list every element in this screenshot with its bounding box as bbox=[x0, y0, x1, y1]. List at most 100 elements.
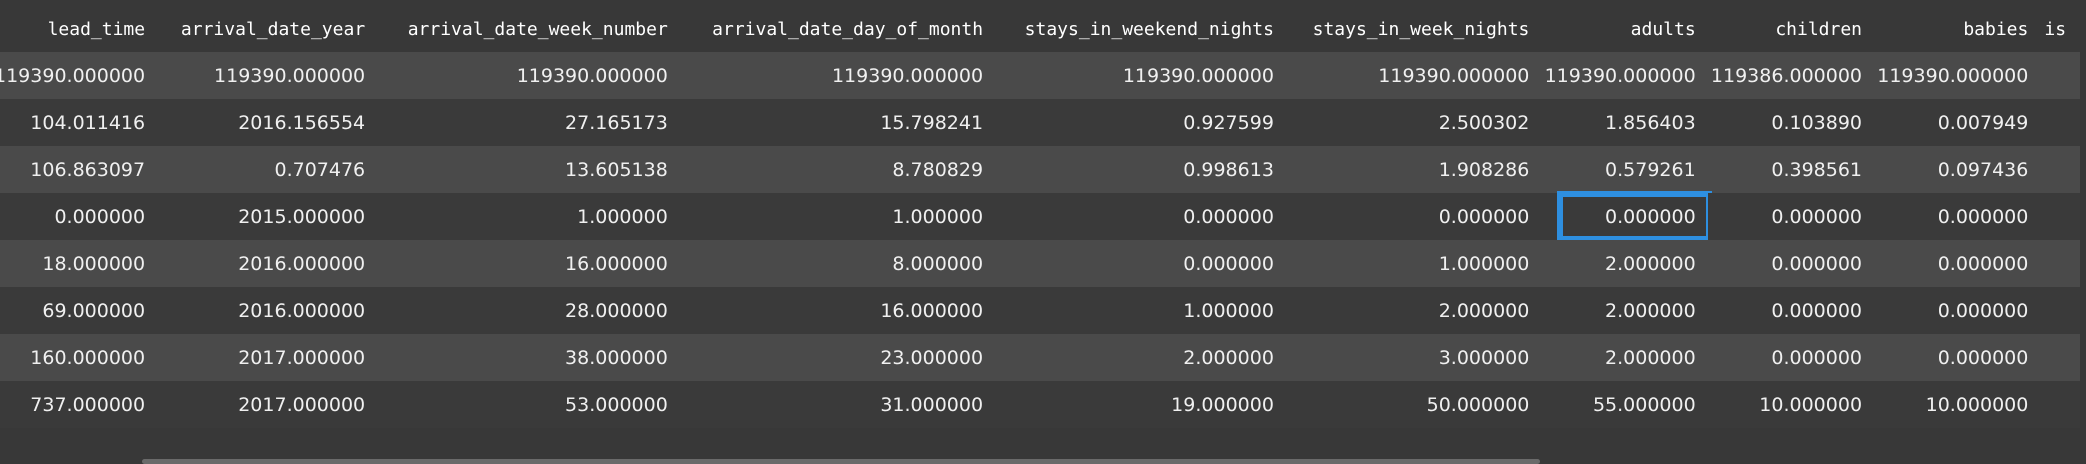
table-cell: 119390.000000 bbox=[1285, 52, 1542, 99]
table-cell: 2016.000000 bbox=[157, 240, 378, 287]
table-cell: 19.000000 bbox=[995, 381, 1286, 428]
table-row: 18.000000 2016.000000 16.000000 8.000000 0.0… bbox=[0, 240, 2080, 287]
table-cell: 0.000000 bbox=[995, 240, 1286, 287]
table-cell: 0.000000 bbox=[1707, 240, 1875, 287]
table-cell: 2.500302 bbox=[1285, 99, 1542, 146]
table-cell: 0.398561 bbox=[1707, 146, 1875, 193]
table-cell bbox=[2040, 381, 2080, 428]
column-header: arrival_date_week_number bbox=[407, 18, 668, 40]
table-cell: 1.000000 bbox=[1285, 240, 1542, 287]
table-cell: 0.000000 bbox=[995, 193, 1286, 240]
table-row: 160.000000 2017.000000 38.000000 23.000000 2… bbox=[0, 334, 2080, 381]
table-cell bbox=[2040, 334, 2080, 381]
table-cell: 0.998613 bbox=[995, 146, 1286, 193]
table-cell: 0.097436 bbox=[1874, 146, 2041, 193]
table-cell: 0.000000 bbox=[1874, 287, 2041, 334]
table-cell: 0.103890 bbox=[1707, 99, 1875, 146]
table-cell: 16.000000 bbox=[377, 240, 680, 287]
table-row: 69.000000 2016.000000 28.000000 16.000000 1.… bbox=[0, 287, 2080, 334]
column-header: babies bbox=[1963, 18, 2029, 40]
table-cell: 2016.156554 bbox=[157, 99, 378, 146]
table-cell: 2.000000 bbox=[1541, 240, 1708, 287]
table-cell: 0.000000 bbox=[0, 193, 158, 240]
table-cell bbox=[2040, 240, 2080, 287]
column-header: is bbox=[2044, 18, 2067, 40]
table-cell: 119390.000000 bbox=[377, 52, 680, 99]
table-cell: 106.863097 bbox=[0, 146, 158, 193]
table-cell: 0.927599 bbox=[995, 99, 1286, 146]
column-header: arrival_date_year bbox=[180, 18, 366, 40]
table-cell: 2017.000000 bbox=[157, 334, 378, 381]
table-cell: 2.000000 bbox=[995, 334, 1286, 381]
table-cell: 2017.000000 bbox=[157, 381, 378, 428]
table-cell: 27.165173 bbox=[377, 99, 680, 146]
table-row: 119390.000000 119390.000000 119390.000000 1… bbox=[0, 52, 2080, 99]
table-row: 0.000000 2015.000000 1.000000 1.000000 0.000… bbox=[0, 191, 2080, 242]
column-header: lead_time bbox=[47, 18, 146, 40]
table-cell: 0.579261 bbox=[1541, 146, 1708, 193]
table-cell bbox=[2040, 146, 2080, 193]
dataframe-output: lead_time arrival_date_year arrival_date… bbox=[0, 0, 2086, 464]
table-cell: 2015.000000 bbox=[157, 193, 378, 240]
table-cell: 0.007949 bbox=[1874, 99, 2041, 146]
table-row: 106.863097 0.707476 13.605138 8.780829 0.998… bbox=[0, 146, 2080, 193]
table-cell: 1.908286 bbox=[1285, 146, 1542, 193]
horizontal-scrollbar[interactable] bbox=[142, 459, 1540, 464]
table-cell: 10.000000 bbox=[1707, 381, 1875, 428]
table-cell: 0.000000 bbox=[1707, 193, 1875, 240]
highlighted-cell: 0.000000 bbox=[1541, 191, 1713, 242]
table-cell: 31.000000 bbox=[679, 381, 996, 428]
table-cell: 53.000000 bbox=[377, 381, 680, 428]
table-cell: 0.707476 bbox=[157, 146, 378, 193]
table-cell: 1.000000 bbox=[377, 193, 680, 240]
table-cell: 119390.000000 bbox=[157, 52, 378, 99]
table-cell: 8.000000 bbox=[679, 240, 996, 287]
table-cell: 1.856403 bbox=[1541, 99, 1708, 146]
table-cell: 119390.000000 bbox=[1541, 52, 1708, 99]
table-cell: 15.798241 bbox=[679, 99, 996, 146]
table-cell: 23.000000 bbox=[679, 334, 996, 381]
table-cell: 104.011416 bbox=[0, 99, 158, 146]
header-row: lead_time arrival_date_year arrival_date… bbox=[0, 6, 2080, 52]
table-cell: 10.000000 bbox=[1874, 381, 2041, 428]
table-cell: 0.000000 bbox=[1707, 334, 1875, 381]
table-cell: 8.780829 bbox=[679, 146, 996, 193]
table-cell: 119386.000000 bbox=[1707, 52, 1875, 99]
table-cell: 50.000000 bbox=[1285, 381, 1542, 428]
column-header: arrival_date_day_of_month bbox=[712, 18, 984, 40]
table-cell: 737.000000 bbox=[0, 381, 158, 428]
table-cell: 38.000000 bbox=[377, 334, 680, 381]
table-cell: 28.000000 bbox=[377, 287, 680, 334]
table-cell: 0.000000 bbox=[1874, 240, 2041, 287]
table-cell bbox=[2040, 287, 2080, 334]
table-row: 737.000000 2017.000000 53.000000 31.000000 1… bbox=[0, 381, 2080, 428]
describe-table: lead_time arrival_date_year arrival_date… bbox=[0, 6, 2080, 428]
table-row: 104.011416 2016.156554 27.165173 15.798241 0… bbox=[0, 99, 2080, 146]
table-cell: 1.000000 bbox=[995, 287, 1286, 334]
column-header: stays_in_week_nights bbox=[1312, 18, 1530, 40]
table-cell: 16.000000 bbox=[679, 287, 996, 334]
table-cell: 69.000000 bbox=[0, 287, 158, 334]
table-cell: 119390.000000 bbox=[679, 52, 996, 99]
table-cell: 3.000000 bbox=[1285, 334, 1542, 381]
table-cell bbox=[2040, 99, 2080, 146]
table-cell: 2.000000 bbox=[1541, 287, 1708, 334]
table-cell: 119390.000000 bbox=[1874, 52, 2041, 99]
column-header: stays_in_weekend_nights bbox=[1024, 18, 1274, 40]
table-cell: 0.000000 bbox=[1874, 193, 2041, 240]
table-cell: 2.000000 bbox=[1285, 287, 1542, 334]
table-cell: 0.000000 bbox=[1707, 287, 1875, 334]
column-header: children bbox=[1775, 18, 1863, 40]
column-header: adults bbox=[1630, 18, 1696, 40]
table-cell: 160.000000 bbox=[0, 334, 158, 381]
table-cell: 0.000000 bbox=[1285, 193, 1542, 240]
table-cell: 0.000000 bbox=[1874, 334, 2041, 381]
table-cell: 119390.000000 bbox=[0, 52, 158, 99]
table-cell: 119390.000000 bbox=[995, 52, 1286, 99]
table-cell: 13.605138 bbox=[377, 146, 680, 193]
table-cell: 18.000000 bbox=[0, 240, 158, 287]
table-cell: 2.000000 bbox=[1541, 334, 1708, 381]
table-cell bbox=[2040, 52, 2080, 99]
table-cell: 55.000000 bbox=[1541, 381, 1708, 428]
table-cell bbox=[2040, 193, 2080, 240]
